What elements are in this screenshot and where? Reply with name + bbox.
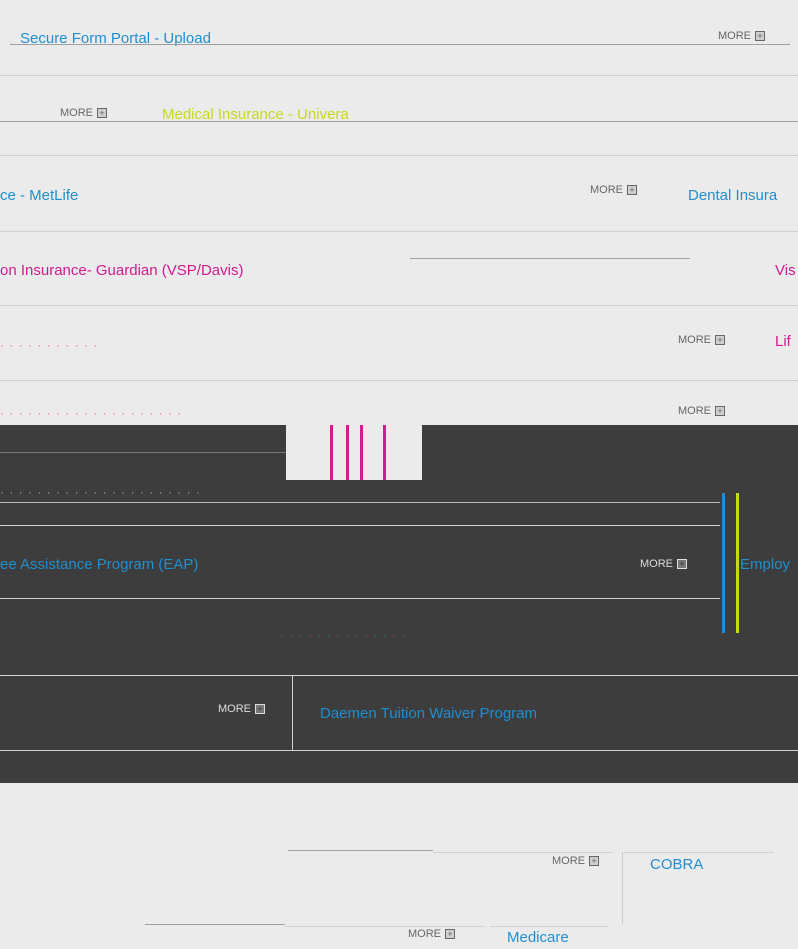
divider [0,502,720,503]
plus-square-icon: + [755,31,765,41]
divider [0,75,798,76]
more-label: MORE [60,107,93,119]
divider [433,852,613,853]
accordion-item-eap[interactable]: Employ [740,556,790,573]
divider [410,258,690,259]
more-label: MORE [640,558,673,570]
divider [145,924,285,925]
accordion-item-tuition-waiver[interactable]: Daemen Tuition Waiver Program [320,705,537,722]
more-button-blurred[interactable]: MORE + [678,405,725,417]
divider [0,675,798,676]
divider [285,926,485,927]
white-panel [0,783,765,838]
divider [0,305,798,306]
plus-square-icon: + [715,406,725,416]
more-label: MORE [678,334,711,346]
more-label: MORE [408,928,441,940]
top-section [0,0,798,425]
accordion-title: Dental Insura [688,187,778,204]
more-label: MORE [218,703,251,715]
more-label: MORE [678,405,711,417]
more-button-cobra[interactable]: MORE + [552,855,599,867]
dark-section: · · · · · · · · · · · · · · · · · · · · … [0,425,798,825]
divider [0,525,720,526]
accordion-item-medicare[interactable]: Medicare [507,929,569,946]
more-button-medicare[interactable]: MORE + [408,928,455,940]
plus-square-icon: + [715,335,725,345]
accordion-title: on Insurance- Guardian (VSP/Davis) [0,262,244,279]
divider [0,121,798,122]
more-button-secure-form-portal[interactable]: MORE + [718,30,765,42]
plus-square-icon: + [677,559,687,569]
accent-bar [622,852,623,924]
divider [0,231,798,232]
accordion-title: ce - MetLife [0,187,79,204]
accordion-title: Vis [775,262,796,279]
divider [0,452,286,453]
divider [288,850,433,851]
accordion-title: Daemen Tuition Waiver Program [320,705,538,722]
accordion-title: ee Assistance Program (EAP) [0,556,199,573]
more-button-medical[interactable]: MORE + [60,107,107,119]
divider [0,598,720,599]
accordion-item-life-insurance[interactable]: Lif [775,333,791,350]
more-label: MORE [718,30,751,42]
divider [0,750,798,751]
accordion-title: Lif [775,333,791,350]
more-button-dental[interactable]: MORE + [590,184,637,196]
plus-square-icon: + [445,929,455,939]
accordion-item-cobra[interactable]: COBRA [650,856,703,873]
accent-bar [722,493,725,633]
accordion-item-vision-left[interactable]: on Insurance- Guardian (VSP/Davis) [0,262,243,279]
accordion-item-vision-insurance[interactable]: Vis [775,262,796,279]
divider [490,926,608,927]
plus-square-icon: + [589,856,599,866]
more-label: MORE [590,184,623,196]
accordion-title: Medicare [507,929,569,946]
accent-bar [292,675,293,750]
accordion-item-eap-left[interactable]: ee Assistance Program (EAP) [0,556,198,573]
accordion-item-dental-left[interactable]: ce - MetLife [0,187,78,204]
plus-square-icon: + [97,108,107,118]
blurred-text: · · · · · · · · · · · · · · [280,628,407,642]
divider [622,852,774,853]
divider [0,155,798,156]
accordion-title: COBRA [650,856,704,873]
accent-bar [383,425,386,480]
blurred-text: · · · · · · · · · · · [0,338,99,352]
accordion-item-dental-insurance[interactable]: Dental Insura [688,187,777,204]
divider [0,380,798,381]
light-cutout [286,425,422,480]
blurred-text: · · · · · · · · · · · · · · · · · · · · … [0,485,201,499]
plus-square-icon: + [627,185,637,195]
more-button-eap[interactable]: MORE + [640,558,687,570]
divider [10,44,790,45]
more-label: MORE [552,855,585,867]
more-button-tuition[interactable]: MORE + [218,703,265,715]
accent-bar [360,425,363,480]
accent-bar [330,425,333,480]
blurred-text: · · · · · · · · · · · · · · · · · · · · [0,406,183,420]
accent-bar [736,493,739,633]
accordion-title: Employ [740,556,791,573]
accent-bar [346,425,349,480]
more-button-life[interactable]: MORE + [678,334,725,346]
plus-square-icon: + [255,704,265,714]
